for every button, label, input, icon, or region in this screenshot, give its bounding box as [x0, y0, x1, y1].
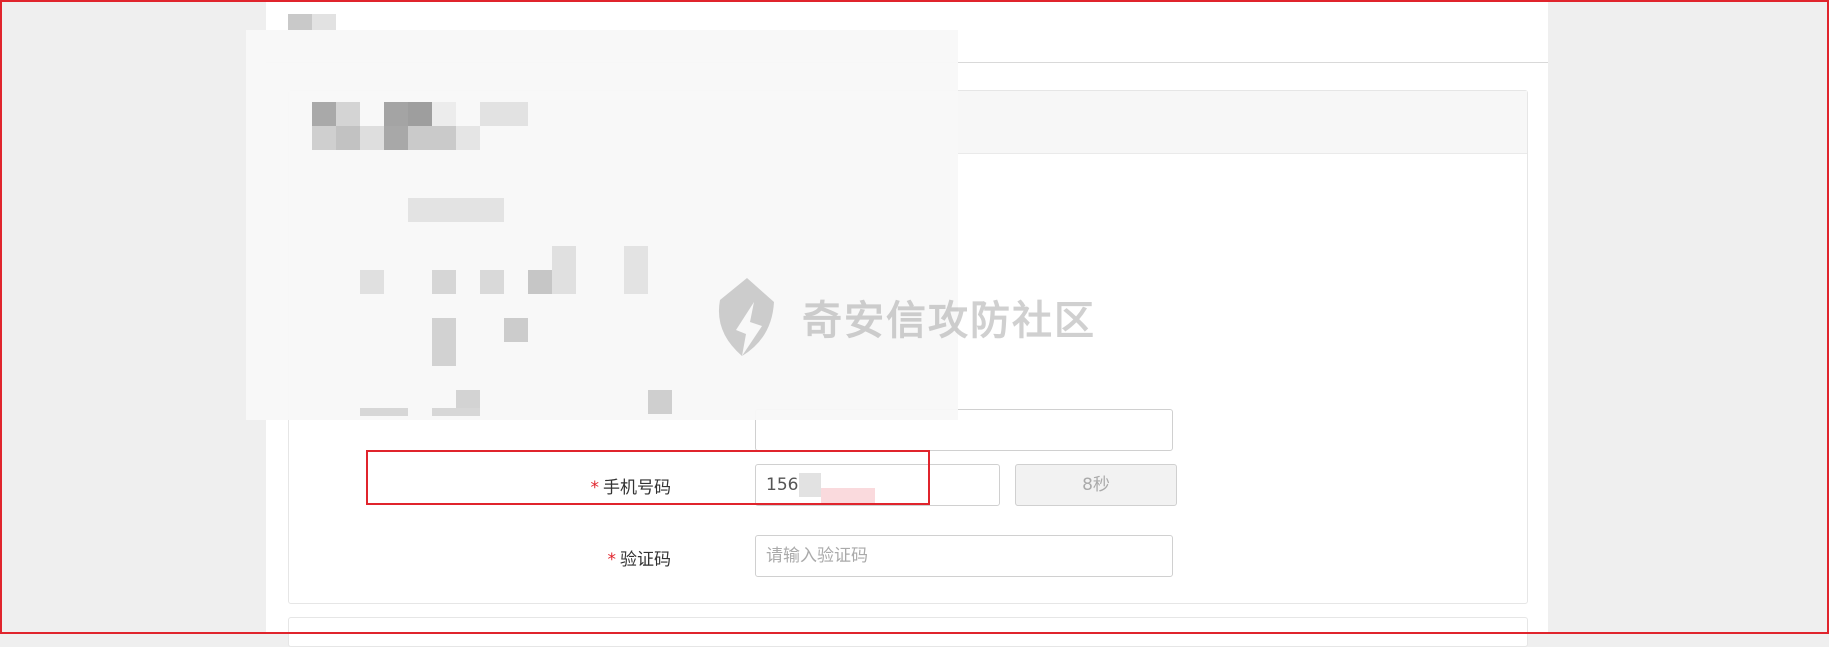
second-card: [288, 617, 1528, 647]
countdown-label: 8秒: [1082, 475, 1110, 495]
code-input-placeholder: 请输入验证码: [766, 546, 868, 566]
code-label-text: 验证码: [620, 550, 671, 570]
send-code-button[interactable]: 8秒: [1015, 464, 1177, 506]
watermark-text: 奇安信攻防社区: [802, 298, 1096, 344]
watermark: 奇安信攻防社区: [712, 272, 1096, 362]
lightning-logo-icon: [718, 278, 774, 356]
phone-row-highlight-box: [366, 450, 930, 505]
code-required-mark: *: [607, 550, 617, 570]
code-label: * 验证码: [511, 545, 672, 570]
code-input[interactable]: 请输入验证码: [755, 535, 1173, 577]
